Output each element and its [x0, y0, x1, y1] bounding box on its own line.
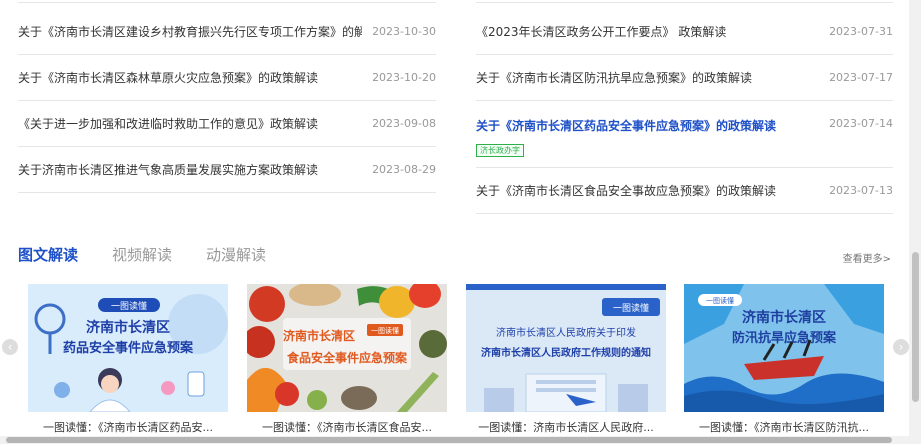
- view-more-link[interactable]: 查看更多>: [843, 250, 891, 265]
- divider: [18, 2, 436, 3]
- tab-graphic[interactable]: 图文解读: [18, 244, 78, 265]
- interpretation-tabs: 图文解读 视频解读 动漫解读: [18, 244, 266, 265]
- news-row[interactable]: 关于济南市长清区推进气象高质量发展实施方案政策解读 2023-08-29: [18, 147, 436, 193]
- image-card[interactable]: 一图读懂 济南市长清区 防汛抗旱应急预案 一图读懂：《济南市长清区防汛抗...: [684, 284, 884, 434]
- card-caption[interactable]: 一图读懂：济南市长清区人民政府...: [466, 419, 666, 435]
- news-row-active[interactable]: 关于《济南市长清区药品安全事件应急预案》的政策解读 2023-07-14 济长政…: [476, 101, 893, 168]
- card-badge: 一图读懂: [111, 300, 147, 312]
- right-news-list: 《2023年长清区政务公开工作要点》 政策解读 2023-07-31 关于《济南…: [476, 0, 893, 214]
- card-image[interactable]: 一图读懂 济南市长清区人民政府关于印发 济南市长清区人民政府工作规则的通知: [466, 284, 666, 412]
- news-title[interactable]: 关于《济南市长清区森林草原火灾应急预案》的政策解读: [18, 69, 318, 86]
- chevron-right-icon[interactable]: ›: [893, 339, 909, 355]
- news-date: 2023-08-29: [372, 163, 436, 176]
- card-caption[interactable]: 一图读懂：《济南市长清区药品安...: [28, 419, 228, 435]
- news-row[interactable]: 关于《济南市长清区森林草原火灾应急预案》的政策解读 2023-10-20: [18, 55, 436, 101]
- card-image[interactable]: 一图读懂 济南市长清区 防汛抗旱应急预案: [684, 284, 884, 412]
- card-subheadline: 食品安全事件应急预案: [286, 350, 408, 365]
- card-headline: 济南市长清区: [742, 309, 826, 326]
- news-title[interactable]: 关于《济南市长清区食品安全事故应急预案》的政策解读: [476, 182, 776, 199]
- horizontal-scrollbar[interactable]: [0, 436, 909, 444]
- tab-video[interactable]: 视频解读: [112, 244, 172, 265]
- card-caption[interactable]: 一图读懂：《济南市长清区防汛抗...: [684, 419, 884, 435]
- card-headline: 济南市长清区: [283, 328, 355, 343]
- news-row[interactable]: 《2023年长清区政务公开工作要点》 政策解读 2023-07-31: [476, 9, 893, 55]
- news-title[interactable]: 关于《济南市长清区药品安全事件应急预案》的政策解读: [476, 117, 776, 134]
- news-date: 2023-07-13: [829, 184, 893, 197]
- news-row[interactable]: 《关于进一步加强和改进临时救助工作的意见》政策解读 2023-09-08: [18, 101, 436, 147]
- news-date: 2023-10-20: [372, 71, 436, 84]
- news-date: 2023-09-08: [372, 117, 436, 130]
- news-row[interactable]: 关于《济南市长清区防汛抗旱应急预案》的政策解读 2023-07-17: [476, 55, 893, 101]
- chevron-left-icon[interactable]: ‹: [2, 339, 18, 355]
- news-title[interactable]: 关于济南市长清区推进气象高质量发展实施方案政策解读: [18, 161, 318, 178]
- card-headline: 济南市长清区: [86, 319, 170, 336]
- card-caption[interactable]: 一图读懂：《济南市长清区食品安...: [247, 419, 447, 435]
- left-news-list: 关于《济南市长清区建设乡村教育振兴先行区专项工作方案》的解读 2023-10-3…: [18, 0, 436, 193]
- news-date: 2023-07-31: [829, 25, 893, 38]
- image-card[interactable]: 一图读懂 济南市长清区 食品安全事件应急预案 一图读懂：《济南市长清区食品安..…: [247, 284, 447, 434]
- card-headline: 济南市长清区人民政府关于印发: [496, 326, 636, 339]
- news-row[interactable]: 关于《济南市长清区建设乡村教育振兴先行区专项工作方案》的解读 2023-10-3…: [18, 9, 436, 55]
- tab-animation[interactable]: 动漫解读: [206, 244, 266, 265]
- image-card[interactable]: 一图读懂 济南市长清区 药品安全事件应急预案 一图读懂：《济南市长清区药品安..…: [28, 284, 228, 434]
- news-date: 2023-10-30: [372, 25, 436, 38]
- card-subheadline: 药品安全事件应急预案: [63, 340, 194, 356]
- news-title[interactable]: 关于《济南市长清区防汛抗旱应急预案》的政策解读: [476, 69, 752, 86]
- card-subheadline: 济南市长清区人民政府工作规则的通知: [481, 346, 651, 359]
- card-badge: 一图读懂: [706, 296, 734, 305]
- news-title[interactable]: 《2023年长清区政务公开工作要点》 政策解读: [476, 23, 726, 40]
- card-badge: 一图读懂: [371, 326, 399, 335]
- card-image[interactable]: 一图读懂 济南市长清区 食品安全事件应急预案: [247, 284, 447, 412]
- card-subheadline: 防汛抗旱应急预案: [732, 330, 837, 346]
- news-date: 2023-07-14: [829, 117, 893, 130]
- card-image[interactable]: 一图读懂 济南市长清区 药品安全事件应急预案: [28, 284, 228, 412]
- news-title[interactable]: 《关于进一步加强和改进临时救助工作的意见》政策解读: [18, 115, 318, 132]
- news-date: 2023-07-17: [829, 71, 893, 84]
- card-badge: 一图读懂: [613, 302, 649, 314]
- doc-tag-badge: 济长政办字: [476, 144, 524, 157]
- image-card[interactable]: 一图读懂 济南市长清区人民政府关于印发 济南市长清区人民政府工作规则的通知 一图…: [466, 284, 666, 434]
- news-row[interactable]: 关于《济南市长清区食品安全事故应急预案》的政策解读 2023-07-13: [476, 168, 893, 214]
- news-title[interactable]: 关于《济南市长清区建设乡村教育振兴先行区专项工作方案》的解读: [18, 23, 362, 40]
- divider: [476, 2, 893, 3]
- vertical-scroll-thumb[interactable]: [912, 252, 919, 402]
- vertical-scrollbar[interactable]: [909, 0, 921, 444]
- horizontal-scroll-thumb[interactable]: [6, 437, 892, 443]
